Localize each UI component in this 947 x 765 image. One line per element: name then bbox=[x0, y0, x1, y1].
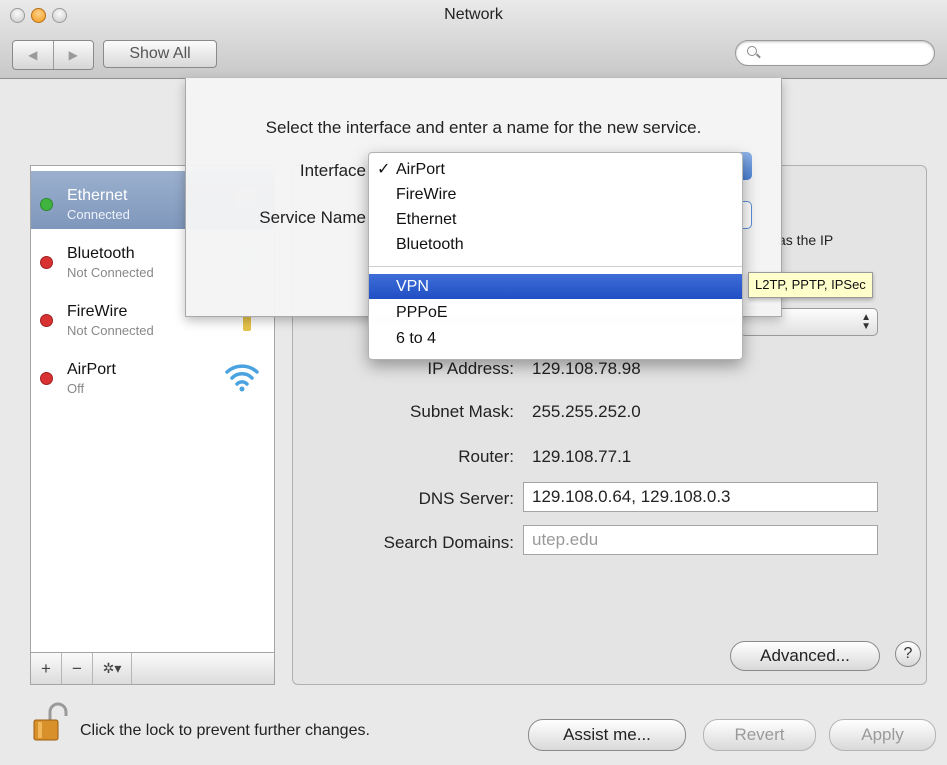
updown-arrows-icon: ▲ ▼ bbox=[861, 312, 871, 332]
remove-service-button[interactable]: − bbox=[62, 653, 93, 684]
wifi-icon bbox=[224, 359, 260, 397]
menu-item-label: AirPort bbox=[396, 161, 445, 178]
service-name-label: Service Name bbox=[259, 208, 366, 227]
forward-arrow-icon: ▶ bbox=[68, 48, 78, 62]
add-service-button[interactable]: + bbox=[31, 653, 62, 684]
router-value: 129.108.77.1 bbox=[532, 447, 632, 466]
back-button[interactable]: ◀ bbox=[13, 41, 53, 69]
service-item-airport[interactable]: AirPort Off bbox=[31, 345, 274, 403]
menu-item-label: 6 to 4 bbox=[396, 330, 437, 347]
subnet-mask-label: Subnet Mask: bbox=[410, 402, 514, 421]
sheet-instruction-text: Select the interface and enter a name fo… bbox=[265, 118, 702, 137]
assist-me-button[interactable]: Assist me... bbox=[528, 719, 686, 751]
show-all-button[interactable]: Show All bbox=[103, 40, 217, 68]
plus-icon: + bbox=[41, 658, 51, 678]
window-title: Network bbox=[444, 6, 503, 23]
gear-icon: ✲▾ bbox=[102, 660, 122, 676]
ip-address-label: IP Address: bbox=[427, 359, 514, 378]
menu-item-ethernet[interactable]: Ethernet bbox=[369, 207, 742, 232]
search-domains-label: Search Domains: bbox=[383, 533, 514, 552]
search-icon bbox=[747, 46, 757, 56]
apply-label: Apply bbox=[861, 725, 904, 744]
menu-item-vpn[interactable]: VPN bbox=[369, 274, 742, 299]
revert-label: Revert bbox=[734, 725, 785, 744]
menu-item-bluetooth[interactable]: Bluetooth bbox=[369, 232, 742, 257]
menu-item-label: Bluetooth bbox=[396, 236, 464, 253]
help-button[interactable]: ? bbox=[895, 641, 921, 667]
lock-icon[interactable] bbox=[30, 702, 68, 742]
configuration-description-text: as the IP bbox=[778, 232, 834, 248]
status-dot-red-icon bbox=[40, 314, 53, 327]
service-name: Ethernet bbox=[67, 187, 128, 204]
menu-item-airport[interactable]: ✓ AirPort bbox=[369, 157, 742, 182]
status-dot-green-icon bbox=[40, 198, 53, 211]
service-status: Not Connected bbox=[67, 323, 154, 338]
service-name: AirPort bbox=[67, 361, 116, 378]
status-dot-red-icon bbox=[40, 372, 53, 385]
action-menu-button[interactable]: ✲▾ bbox=[93, 653, 132, 684]
menu-item-6to4[interactable]: 6 to 4 bbox=[369, 326, 742, 351]
lock-instruction-text: Click the lock to prevent further change… bbox=[80, 722, 370, 739]
interface-label: Interface bbox=[299, 161, 366, 180]
menu-separator bbox=[369, 266, 742, 267]
service-status: Off bbox=[67, 381, 85, 396]
advanced-button[interactable]: Advanced... bbox=[730, 641, 880, 671]
subnet-mask-value: 255.255.252.0 bbox=[532, 402, 641, 421]
apply-button[interactable]: Apply bbox=[829, 719, 936, 751]
service-status: Connected bbox=[67, 207, 130, 222]
minus-icon: − bbox=[72, 658, 82, 678]
help-icon: ? bbox=[903, 645, 913, 662]
forward-button[interactable]: ▶ bbox=[52, 41, 94, 69]
back-arrow-icon: ◀ bbox=[28, 48, 38, 62]
assist-me-label: Assist me... bbox=[563, 725, 651, 744]
title-bar: Network ◀ ▶ Show All bbox=[0, 0, 947, 79]
menu-item-firewire[interactable]: FireWire bbox=[369, 182, 742, 207]
revert-button[interactable]: Revert bbox=[703, 719, 816, 751]
advanced-label: Advanced... bbox=[760, 646, 850, 665]
back-forward-control: ◀ ▶ bbox=[12, 40, 94, 70]
menu-item-label: PPPoE bbox=[396, 304, 448, 321]
router-label: Router: bbox=[458, 447, 514, 466]
service-name: Bluetooth bbox=[67, 245, 135, 262]
service-list-toolbar: + − ✲▾ bbox=[30, 653, 275, 685]
search-domains-field[interactable]: utep.edu bbox=[523, 525, 878, 555]
menu-item-label: FireWire bbox=[396, 186, 457, 203]
show-all-label: Show All bbox=[129, 45, 191, 62]
vpn-tooltip: L2TP, PPTP, IPSec bbox=[748, 272, 873, 298]
status-dot-red-icon bbox=[40, 256, 53, 269]
ip-address-value: 129.108.78.98 bbox=[532, 359, 641, 378]
network-preferences-window: Network ◀ ▶ Show All Ethernet Connected … bbox=[0, 0, 947, 765]
checkmark-icon: ✓ bbox=[377, 161, 391, 178]
menu-item-label: Ethernet bbox=[396, 211, 457, 228]
service-name: FireWire bbox=[67, 303, 128, 320]
dns-server-label: DNS Server: bbox=[418, 489, 514, 508]
interface-dropdown-menu: ✓ AirPort FireWire Ethernet Bluetooth VP… bbox=[368, 152, 743, 360]
dns-server-field[interactable]: 129.108.0.64, 129.108.0.3 bbox=[523, 482, 878, 512]
service-status: Not Connected bbox=[67, 265, 154, 280]
search-field[interactable] bbox=[735, 40, 935, 66]
menu-item-pppoe[interactable]: PPPoE bbox=[369, 300, 742, 325]
menu-item-label: VPN bbox=[396, 278, 429, 295]
